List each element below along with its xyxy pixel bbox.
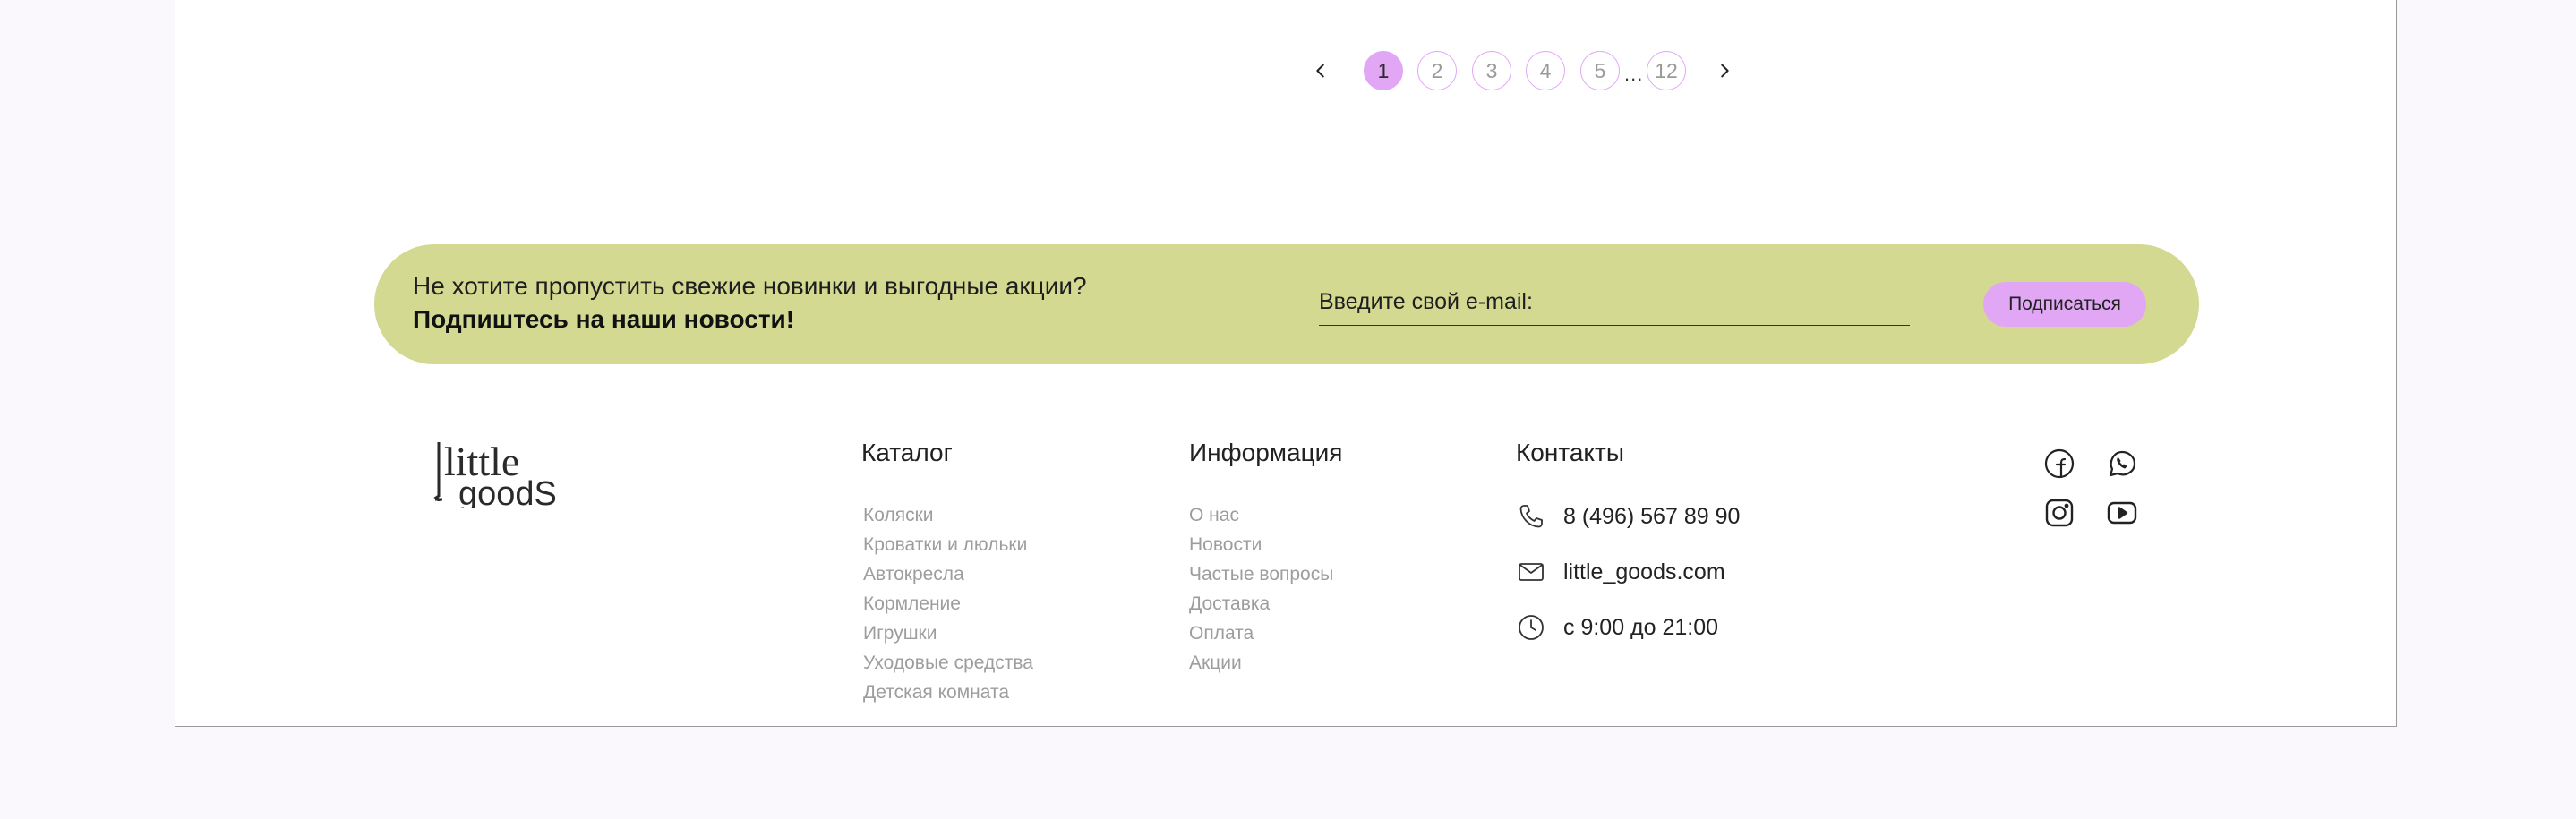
youtube-link[interactable] bbox=[2104, 495, 2140, 531]
youtube-icon bbox=[2107, 501, 2137, 525]
info-item-about[interactable]: О нас bbox=[1189, 503, 1333, 533]
catalog-item-feeding[interactable]: Кормление bbox=[863, 592, 1033, 621]
contact-phone: 8 (496) 567 89 90 bbox=[1515, 499, 1740, 534]
pagination-prev-button[interactable] bbox=[1303, 47, 1339, 95]
catalog-item-toys[interactable]: Игрушки bbox=[863, 621, 1033, 651]
instagram-link[interactable] bbox=[2041, 495, 2077, 531]
instagram-icon bbox=[2045, 499, 2074, 527]
newsletter-text: Не хотите пропустить свежие новинки и вы… bbox=[413, 272, 1087, 300]
pagination-next-button[interactable] bbox=[1707, 47, 1742, 95]
pagination-page-4[interactable]: 4 bbox=[1526, 51, 1565, 90]
catalog-list: Коляски Кроватки и люльки Автокресла Кор… bbox=[863, 503, 1033, 710]
info-item-payment[interactable]: Оплата bbox=[1189, 621, 1333, 651]
pagination-ellipsis: ... bbox=[1624, 63, 1644, 85]
contacts-heading: Контакты bbox=[1516, 439, 1624, 466]
pagination-page-1[interactable]: 1 bbox=[1364, 51, 1403, 90]
info-list: О нас Новости Частые вопросы Доставка Оп… bbox=[1189, 503, 1333, 680]
chevron-right-icon bbox=[1721, 64, 1729, 78]
mail-icon bbox=[1515, 556, 1547, 588]
pagination-page-2[interactable]: 2 bbox=[1417, 51, 1457, 90]
newsletter-banner: Не хотите пропустить свежие новинки и вы… bbox=[374, 244, 2199, 364]
chevron-left-icon bbox=[1316, 64, 1324, 78]
info-item-faq[interactable]: Частые вопросы bbox=[1189, 562, 1333, 592]
newsletter-cta-text: Подпиштесь на наши новости! bbox=[413, 305, 795, 333]
pagination-page-last[interactable]: 12 bbox=[1647, 51, 1686, 90]
contact-hours: с 9:00 до 21:00 bbox=[1515, 610, 1718, 645]
email-input[interactable] bbox=[1319, 285, 1910, 326]
catalog-item-car-seats[interactable]: Автокресла bbox=[863, 562, 1033, 592]
logo-word-goods: goodS bbox=[458, 475, 557, 508]
logo[interactable]: little goodS bbox=[433, 439, 568, 513]
catalog-item-cribs[interactable]: Кроватки и люльки bbox=[863, 533, 1033, 562]
info-heading: Информация bbox=[1189, 439, 1343, 466]
working-hours: с 9:00 до 21:00 bbox=[1563, 614, 1719, 640]
subscribe-button[interactable]: Подписаться bbox=[1983, 282, 2146, 327]
clock-icon bbox=[1515, 611, 1547, 644]
catalog-item-kids-room[interactable]: Детская комната bbox=[863, 680, 1033, 710]
info-item-news[interactable]: Новости bbox=[1189, 533, 1333, 562]
whatsapp-icon bbox=[2109, 450, 2136, 477]
whatsapp-link[interactable] bbox=[2104, 446, 2140, 482]
catalog-item-strollers[interactable]: Коляски bbox=[863, 503, 1033, 533]
phone-icon bbox=[1515, 500, 1547, 533]
pagination: 1 2 3 4 5 ... 12 bbox=[1303, 47, 1750, 95]
info-item-delivery[interactable]: Доставка bbox=[1189, 592, 1333, 621]
pagination-page-3[interactable]: 3 bbox=[1472, 51, 1511, 90]
facebook-link[interactable] bbox=[2041, 446, 2077, 482]
phone-number[interactable]: 8 (496) 567 89 90 bbox=[1563, 504, 1740, 530]
facebook-icon bbox=[2044, 448, 2075, 479]
catalog-item-care[interactable]: Уходовые средства bbox=[863, 651, 1033, 680]
catalog-heading: Каталог bbox=[861, 439, 953, 466]
contact-email: little_goods.com bbox=[1515, 554, 1725, 590]
pagination-page-5[interactable]: 5 bbox=[1580, 51, 1620, 90]
email-address[interactable]: little_goods.com bbox=[1563, 559, 1725, 585]
logo-image: little goodS bbox=[433, 439, 557, 513]
info-item-promotions[interactable]: Акции bbox=[1189, 651, 1333, 680]
